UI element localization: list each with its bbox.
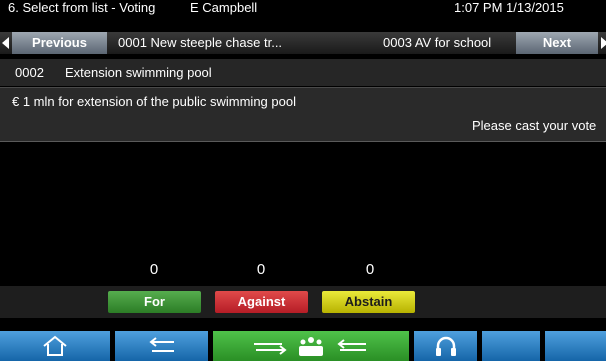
vote-legend: For Against Abstain — [0, 286, 606, 318]
home-button[interactable] — [0, 331, 110, 361]
for-label: For — [108, 291, 201, 313]
screen-title: 6. Select from list - Voting — [8, 0, 156, 15]
date-time: 1:07 PM 1/13/2015 — [454, 0, 564, 15]
user-name: E Campbell — [190, 0, 258, 15]
status-bar: 6. Select from list - Voting E Campbell … — [0, 0, 606, 15]
headphones-button[interactable] — [414, 331, 477, 361]
home-icon — [43, 335, 67, 356]
request-to-speak-button[interactable] — [213, 331, 409, 361]
agenda-description: € 1 mln for extension of the public swim… — [12, 94, 296, 109]
vote-results-area: 0 0 0 — [0, 143, 606, 283]
for-count: 0 — [149, 261, 159, 278]
blank-button-1[interactable] — [482, 331, 540, 361]
abstain-count: 0 — [365, 261, 375, 278]
previous-item-title: 0001 New steeple chase tr... — [118, 35, 283, 50]
next-item-title: 0003 AV for school — [383, 35, 492, 50]
abstain-label: Abstain — [322, 291, 415, 313]
back-button[interactable] — [115, 331, 208, 361]
against-label: Against — [215, 291, 308, 313]
current-agenda-item: 0002 Extension swimming pool — [0, 59, 606, 86]
previous-button[interactable]: Previous — [12, 32, 107, 54]
vote-instruction: Please cast your vote — [472, 118, 597, 133]
bottom-toolbar — [0, 331, 606, 361]
arrow-right-icon[interactable] — [601, 37, 606, 49]
agenda-item-number: 0002 — [15, 65, 44, 80]
description-panel: € 1 mln for extension of the public swim… — [0, 87, 606, 142]
back-icon — [148, 337, 174, 352]
agenda-nav-bar: Previous 0001 New steeple chase tr... 00… — [0, 32, 606, 54]
blank-button-2[interactable] — [545, 331, 606, 361]
next-button[interactable]: Next — [516, 32, 598, 54]
microphone-request-icon — [254, 337, 366, 356]
arrow-left-icon[interactable] — [2, 37, 9, 49]
against-count: 0 — [256, 261, 266, 278]
agenda-item-title: Extension swimming pool — [65, 65, 212, 80]
headphones-icon — [435, 336, 456, 356]
